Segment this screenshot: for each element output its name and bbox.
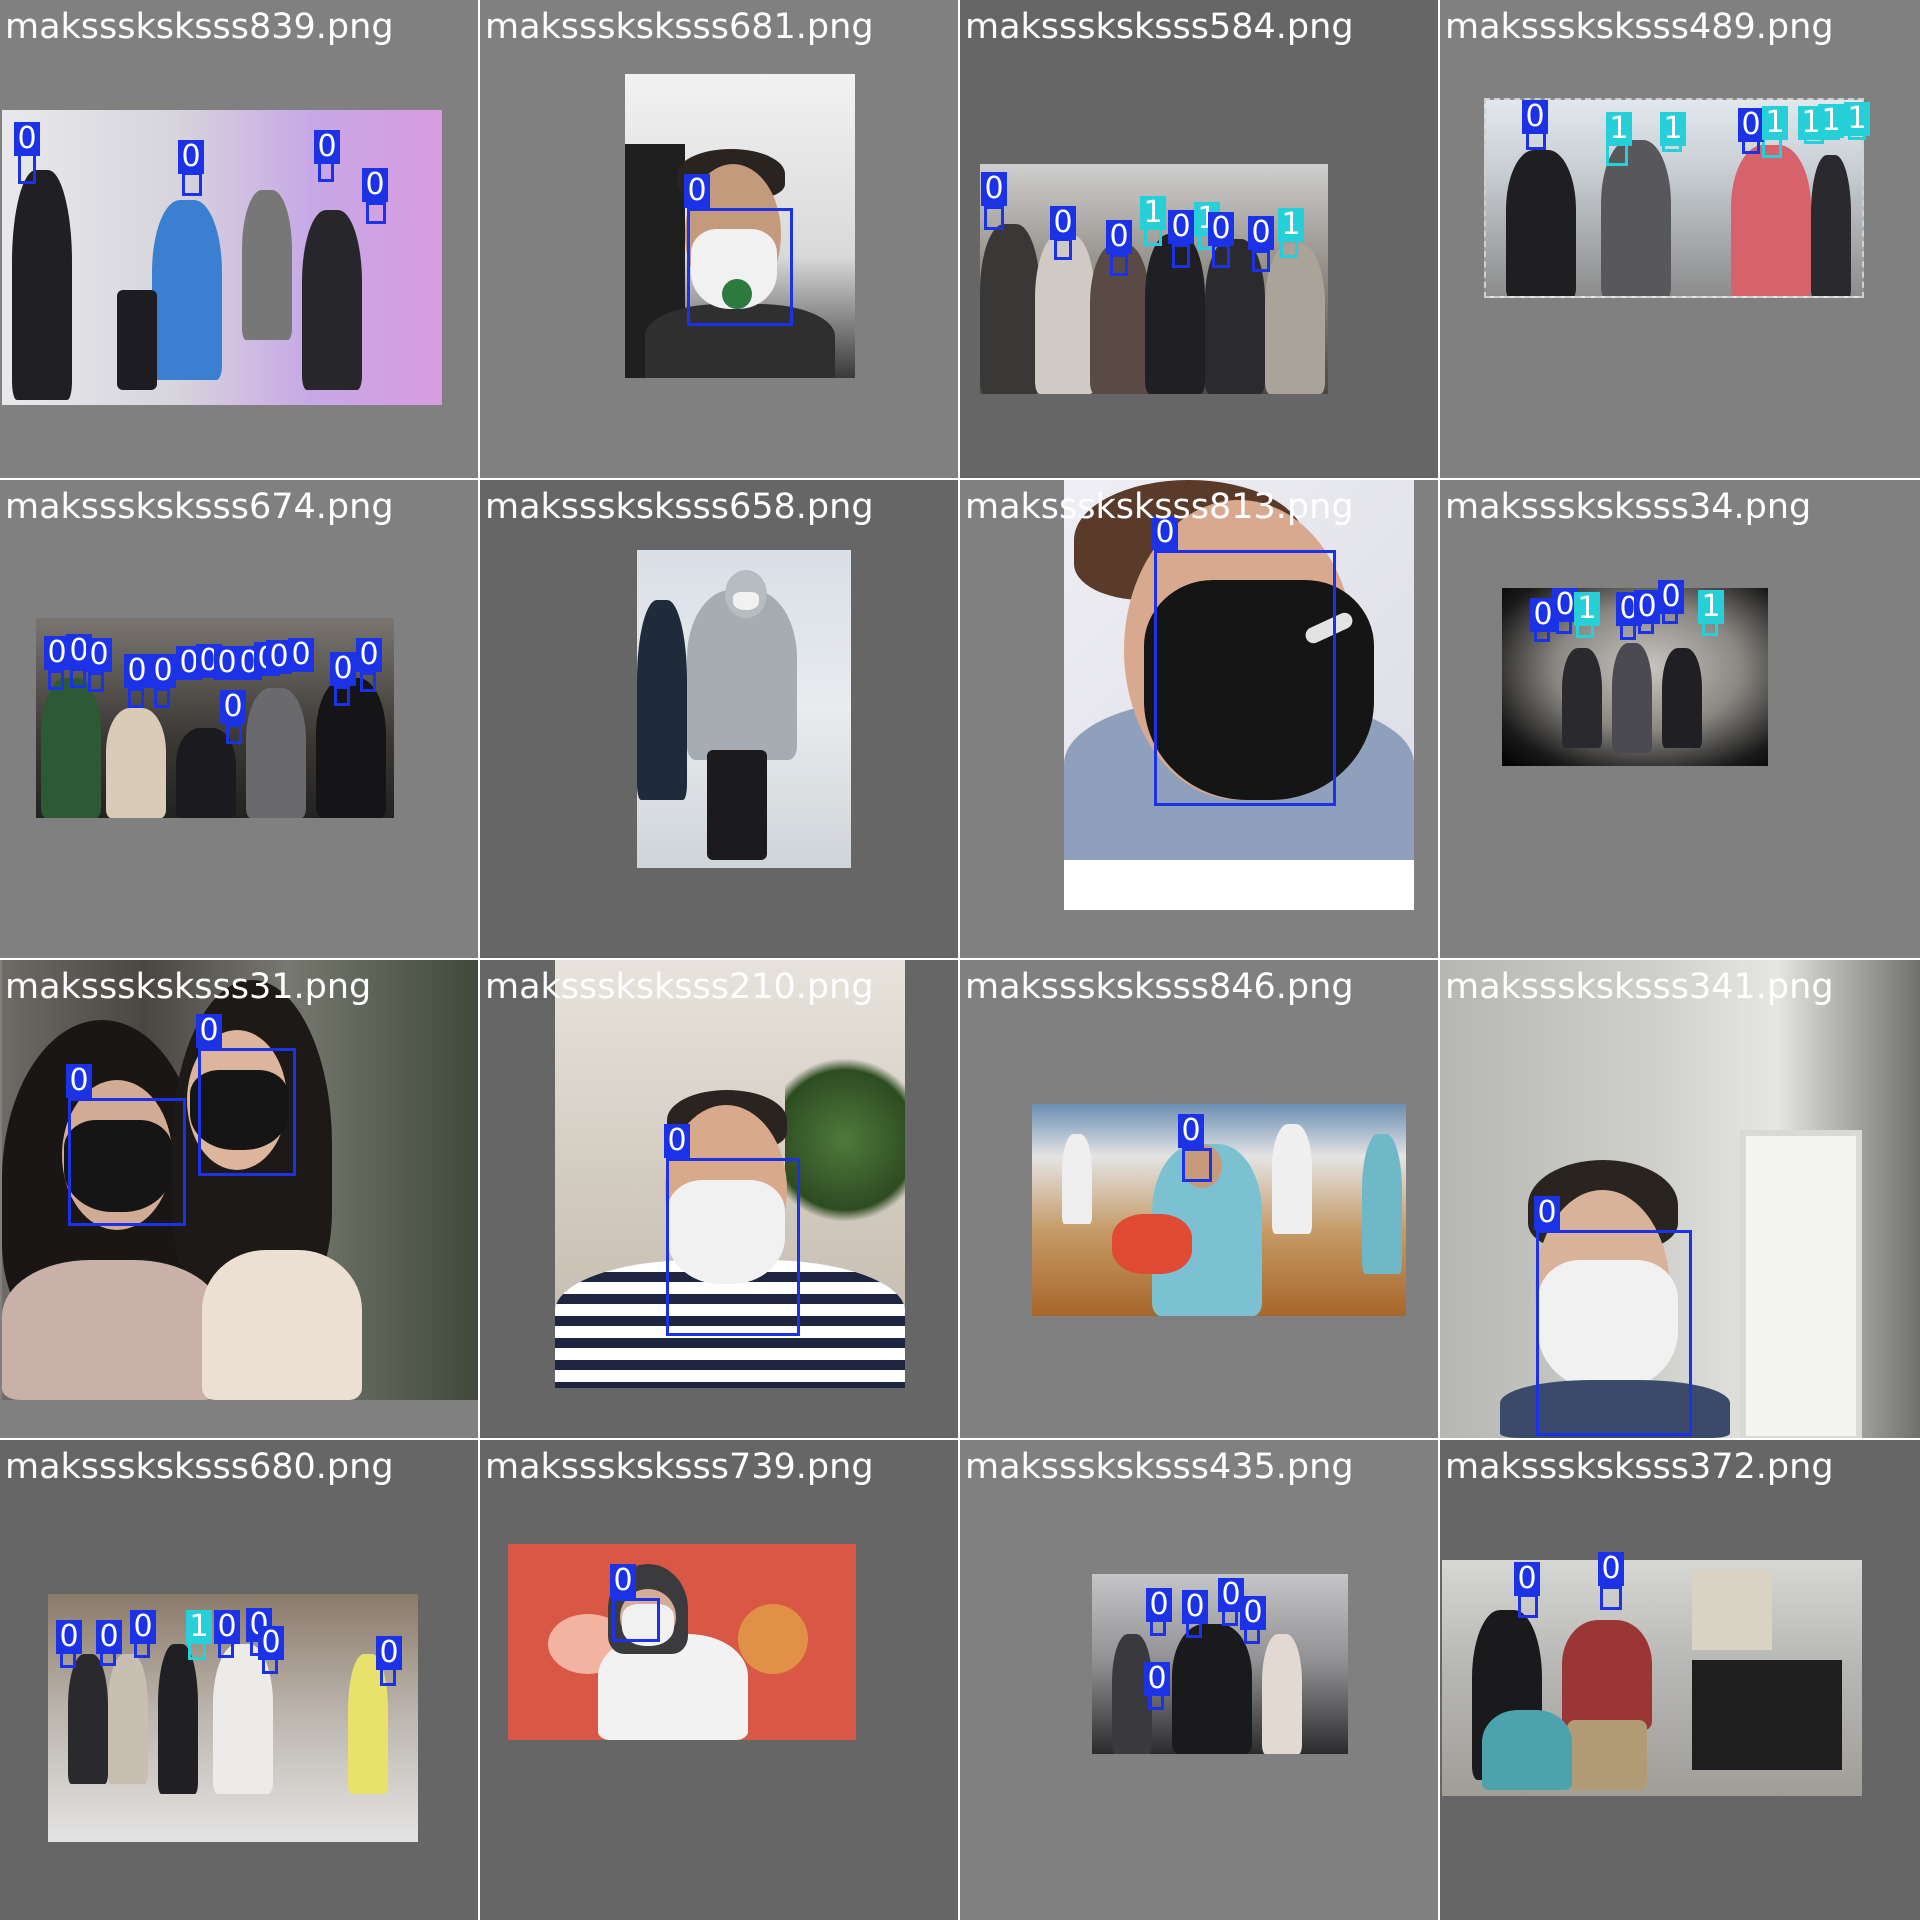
detection-box: [198, 1048, 296, 1176]
tile-filename: maksssksksss680.png: [5, 1447, 394, 1487]
detection-label: 0: [1634, 590, 1660, 624]
detection-label: 0: [362, 168, 388, 202]
detection-label: 0: [1152, 516, 1178, 550]
tile-846: maksssksksss846.png 0: [960, 960, 1438, 1438]
detection-label: 0: [14, 122, 40, 156]
detection-label: 0: [314, 130, 340, 164]
tile-31: maksssksksss31.png 0 0: [0, 960, 478, 1438]
detection-box: [1536, 1230, 1692, 1436]
detection-label: 0: [1146, 1588, 1172, 1622]
detection-box: [612, 1598, 660, 1642]
detection-label: 0: [1178, 1114, 1204, 1148]
detection-label: 0: [1738, 108, 1764, 142]
tile-681: maksssksksss681.png 0: [480, 0, 958, 478]
tile-210: maksssksksss210.png 0: [480, 960, 958, 1438]
tile-813: maksssksksss813.png 0: [960, 480, 1438, 958]
detection-box: [1172, 244, 1190, 268]
tile-filename: maksssksksss839.png: [5, 7, 394, 47]
tile-584: maksssksksss584.png 0 0 0 1 0 1 0 0 1: [960, 0, 1438, 478]
photo-846: [1032, 1104, 1406, 1316]
tile-filename: maksssksksss681.png: [485, 7, 874, 47]
tile-680: maksssksksss680.png 0 0 0 1 0 0 0 0: [0, 1440, 478, 1920]
detection-label: 0: [664, 1124, 690, 1158]
detection-label: 0: [1534, 1196, 1560, 1230]
detection-box: [1600, 1586, 1622, 1610]
detection-label: 1: [186, 1610, 212, 1644]
detection-box: [366, 202, 386, 224]
detection-label: 0: [96, 1620, 122, 1654]
detection-label: 1: [1818, 104, 1844, 138]
tile-filename: maksssksksss584.png: [965, 7, 1354, 47]
tile-489: maksssksksss489.png 0 1 1 0 1 1 1 1: [1440, 0, 1920, 478]
detection-label: 0: [1050, 206, 1076, 240]
tile-filename: maksssksksss658.png: [485, 487, 874, 527]
detection-label: 0: [610, 1564, 636, 1598]
detection-label: 1: [1762, 106, 1788, 140]
detection-label: 0: [1208, 212, 1234, 246]
detection-box: [1110, 254, 1128, 276]
detection-label: 0: [258, 1626, 284, 1660]
detection-box: [984, 206, 1004, 230]
detection-label: 1: [1844, 102, 1870, 136]
detection-label: 0: [1168, 210, 1194, 244]
tile-filename: maksssksksss739.png: [485, 1447, 874, 1487]
photo-674: [36, 618, 394, 818]
detection-label: 0: [1522, 100, 1548, 134]
detection-box: [1182, 1148, 1212, 1182]
detection-label: 0: [1240, 1596, 1266, 1630]
tile-435: maksssksksss435.png 0 0 0 0 0: [960, 1440, 1438, 1920]
photo-658: [637, 550, 851, 868]
photo-372: [1442, 1560, 1862, 1796]
tile-341: maksssksksss341.png 0: [1440, 960, 1920, 1438]
detection-box: [1212, 244, 1230, 268]
detection-label: 0: [56, 1620, 82, 1654]
tile-filename: maksssksksss846.png: [965, 967, 1354, 1007]
detection-label: 0: [1182, 1590, 1208, 1624]
detection-label: 0: [684, 174, 710, 208]
tile-739: maksssksksss739.png 0: [480, 1440, 958, 1920]
image-grid: maksssksksss839.png 0 0 0 0 maksssksksss…: [0, 0, 1920, 1920]
detection-label: 0: [1248, 216, 1274, 250]
detection-label: 0: [1658, 580, 1684, 614]
detection-label: 0: [1514, 1562, 1540, 1596]
detection-box: [1154, 550, 1336, 806]
detection-label: 1: [1698, 590, 1724, 624]
tile-filename: maksssksksss435.png: [965, 1447, 1354, 1487]
detection-label: 1: [1660, 112, 1686, 146]
detection-label: 0: [1144, 1662, 1170, 1696]
detection-label: 0: [376, 1636, 402, 1670]
detection-label: 1: [1278, 208, 1304, 242]
tile-filename: maksssksksss34.png: [1445, 487, 1812, 527]
detection-label: 0: [196, 1014, 222, 1048]
detection-box: [182, 172, 202, 196]
detection-box: [1252, 250, 1270, 272]
detection-label: 1: [1574, 592, 1600, 626]
detection-label: 0: [214, 1610, 240, 1644]
tile-372: maksssksksss372.png 0 0: [1440, 1440, 1920, 1920]
detection-label: 1: [1140, 196, 1166, 230]
tile-839: maksssksksss839.png 0 0 0 0: [0, 0, 478, 478]
detection-label: 0: [66, 1064, 92, 1098]
detection-label: 0: [1598, 1552, 1624, 1586]
tile-34: maksssksksss34.png 0 0 1 0 0 0 1: [1440, 480, 1920, 958]
tile-658: maksssksksss658.png: [480, 480, 958, 958]
detection-label: 0: [178, 140, 204, 174]
tile-filename: maksssksksss372.png: [1445, 1447, 1834, 1487]
detection-box: [68, 1098, 186, 1226]
tile-filename: maksssksksss674.png: [5, 487, 394, 527]
detection-box: [1054, 238, 1072, 260]
detection-box: [1518, 1594, 1538, 1618]
detection-box: [687, 208, 793, 326]
detection-label: 0: [130, 1610, 156, 1644]
detection-label: 1: [1606, 112, 1632, 146]
detection-box: [666, 1158, 800, 1336]
tile-filename: maksssksksss489.png: [1445, 7, 1834, 47]
photo-739: [508, 1544, 856, 1740]
detection-label: 0: [981, 172, 1007, 206]
detection-label: 0: [1106, 220, 1132, 254]
detection-box: [18, 152, 36, 184]
tile-674: maksssksksss674.png: [0, 480, 478, 958]
photo-839: [2, 110, 442, 405]
